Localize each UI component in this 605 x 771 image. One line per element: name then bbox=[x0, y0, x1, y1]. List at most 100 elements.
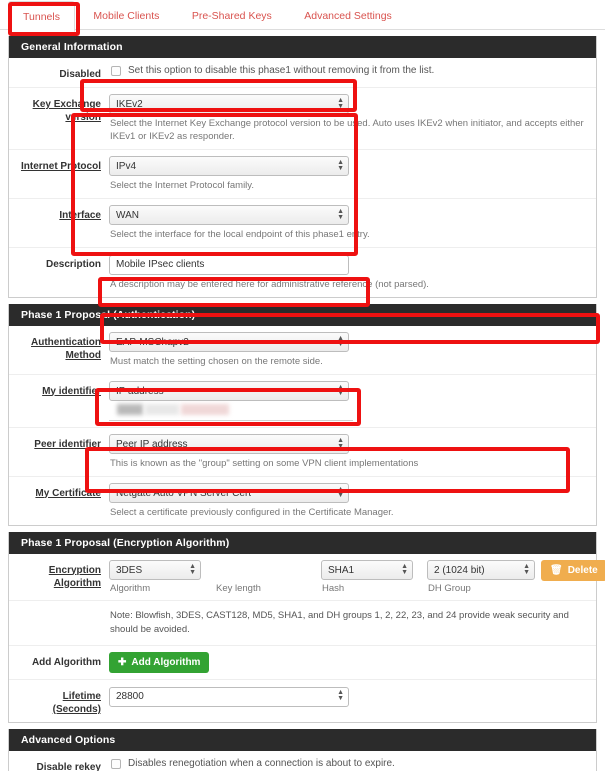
select-wrap-hash: SHA1 ▲ ▼ bbox=[321, 559, 413, 580]
caption-dh-group: DH Group bbox=[428, 582, 471, 594]
input-wrap-lifetime: ▲▼ bbox=[109, 686, 349, 707]
algo-column-key-length: Key length bbox=[215, 560, 321, 594]
note-weak-security: Note: Blowfish, 3DES, CAST128, MD5, SHA1… bbox=[110, 609, 569, 635]
label-add-algorithm: Add Algorithm bbox=[31, 656, 101, 668]
row-disabled: Disabled Set this option to disable this… bbox=[9, 58, 596, 88]
panel-body-general-information: Disabled Set this option to disable this… bbox=[9, 58, 596, 297]
row-peer-identifier: Peer identifier Peer IP address ▲ ▼ This … bbox=[9, 428, 596, 477]
select-wrap-my-identifier: IP address ▲ ▼ bbox=[109, 380, 349, 401]
panel-phase1-encryption: Phase 1 Proposal (Encryption Algorithm) … bbox=[8, 531, 605, 723]
tab-mobile-clients[interactable]: Mobile Clients bbox=[79, 1, 173, 30]
panel-body-advanced-options: Disable rekey Disables renegotiation whe… bbox=[9, 751, 596, 771]
encryption-algorithm-grid: 3DES ▲ ▼ Algorithm Key length SHA1 ▲ ▼ H… bbox=[109, 559, 605, 594]
select-authentication-method[interactable]: EAP-MSChapv2 bbox=[109, 331, 349, 352]
checkbox-disabled[interactable] bbox=[111, 66, 121, 76]
panel-phase1-authentication: Phase 1 Proposal (Authentication) Authen… bbox=[8, 303, 597, 526]
select-wrap-dh-group: 2 (1024 bit) ▲ ▼ bbox=[427, 559, 535, 580]
row-lifetime: Lifetime (Seconds) ▲▼ bbox=[9, 680, 596, 722]
add-algorithm-button-label: Add Algorithm bbox=[131, 657, 201, 668]
label-interface: Interface bbox=[9, 205, 109, 222]
delete-button-label: Delete bbox=[567, 565, 598, 576]
label-encryption-algorithm: Encryption Algorithm bbox=[9, 560, 109, 590]
label-disabled: Disabled bbox=[59, 69, 101, 80]
panel-body-phase1-authentication: Authentication Method EAP-MSChapv2 ▲ ▼ Mu… bbox=[9, 325, 596, 525]
select-interface[interactable]: WAN bbox=[109, 205, 349, 225]
select-wrap-algorithm: 3DES ▲ ▼ bbox=[109, 559, 201, 580]
redaction-block bbox=[117, 403, 143, 415]
panel-title-phase1-authentication: Phase 1 Proposal (Authentication) bbox=[9, 303, 596, 326]
help-authentication-method: Must match the setting chosen on the rem… bbox=[110, 355, 323, 367]
select-key-exchange-version[interactable]: IKEv2 bbox=[109, 94, 349, 114]
label-encryption-line1: Encryption bbox=[48, 564, 101, 576]
select-wrap-key-exchange: IKEv2 ▲ ▼ bbox=[109, 94, 349, 114]
panel-title-general-information: General Information bbox=[9, 36, 596, 58]
redaction-block bbox=[145, 403, 179, 415]
delete-algorithm-button[interactable]: 🗑 Delete bbox=[541, 560, 605, 581]
tab-pre-shared-keys[interactable]: Pre-Shared Keys bbox=[178, 1, 286, 30]
select-wrap-authentication-method: EAP-MSChapv2 ▲ ▼ bbox=[109, 331, 349, 352]
input-my-identifier-value-redacted[interactable] bbox=[109, 401, 353, 421]
select-wrap-peer-identifier: Peer IP address ▲ ▼ bbox=[109, 433, 349, 454]
ipsec-phase1-page: Tunnels Mobile Clients Pre-Shared Keys A… bbox=[0, 0, 605, 771]
input-description[interactable] bbox=[109, 254, 349, 275]
panel-general-information: General Information Disabled Set this op… bbox=[8, 36, 597, 298]
select-wrap-interface: WAN ▲ ▼ bbox=[109, 205, 349, 225]
caption-hash: Hash bbox=[322, 582, 345, 594]
label-my-certificate-text: My Certificate bbox=[35, 487, 101, 499]
label-auth-method-line2: Method bbox=[65, 349, 101, 361]
help-internet-protocol: Select the Internet Protocol family. bbox=[110, 180, 254, 191]
checkbox-disable-rekey[interactable] bbox=[111, 759, 121, 769]
row-key-exchange-version: Key Exchange version IKEv2 ▲ ▼ Select the… bbox=[9, 88, 596, 150]
select-my-identifier-type[interactable]: IP address bbox=[109, 380, 349, 401]
select-dh-group[interactable]: 2 (1024 bit) bbox=[427, 559, 535, 580]
algo-column-hash: SHA1 ▲ ▼ Hash bbox=[321, 559, 427, 594]
select-peer-identifier-type[interactable]: Peer IP address bbox=[109, 433, 349, 454]
label-peer-identifier-text: Peer identifier bbox=[34, 438, 101, 450]
label-lifetime-text: Lifetime (Seconds) bbox=[52, 691, 101, 715]
add-algorithm-button[interactable]: ✚ Add Algorithm bbox=[109, 652, 210, 673]
panel-body-phase1-encryption: Encryption Algorithm 3DES ▲ ▼ Algorithm … bbox=[9, 553, 605, 722]
algo-column-dh-group: 2 (1024 bit) ▲ ▼ DH Group bbox=[427, 559, 541, 594]
row-encryption-algorithm: Encryption Algorithm 3DES ▲ ▼ Algorithm … bbox=[9, 554, 605, 601]
caption-key-length: Key length bbox=[216, 582, 261, 594]
redaction-block bbox=[181, 403, 229, 415]
checkbox-label-disabled: Set this option to disable this phase1 w… bbox=[128, 65, 435, 76]
panel-title-advanced-options: Advanced Options bbox=[9, 729, 596, 751]
plus-icon: ✚ bbox=[118, 656, 127, 668]
tab-tunnels[interactable]: Tunnels bbox=[8, 1, 75, 32]
select-my-certificate[interactable]: Netgate Auto VPN Server Cert bbox=[109, 482, 349, 503]
row-description: Description A description may be entered… bbox=[9, 248, 596, 297]
help-my-certificate: Select a certificate previously configur… bbox=[110, 506, 394, 518]
label-internet-protocol-text: Internet Protocol bbox=[20, 161, 101, 172]
label-key-exchange-line2: version bbox=[65, 112, 101, 123]
trash-icon: 🗑 bbox=[550, 564, 563, 576]
tab-advanced-settings[interactable]: Advanced Settings bbox=[290, 1, 406, 30]
label-key-exchange-line1: Key Exchange bbox=[32, 99, 101, 110]
checkbox-label-disable-rekey: Disables renegotiation when a connection… bbox=[128, 758, 395, 769]
select-algorithm[interactable]: 3DES bbox=[109, 559, 201, 580]
select-key-length-empty[interactable] bbox=[215, 560, 321, 580]
panel-advanced-options: Advanced Options Disable rekey Disables … bbox=[8, 729, 597, 771]
select-wrap-internet-protocol: IPv4 ▲ ▼ bbox=[109, 156, 349, 176]
help-description: A description may be entered here for ad… bbox=[110, 278, 429, 290]
label-internet-protocol: Internet Protocol bbox=[9, 156, 109, 173]
row-encryption-note: Note: Blowfish, 3DES, CAST128, MD5, SHA1… bbox=[9, 601, 596, 646]
label-disable-rekey: Disable rekey bbox=[36, 762, 102, 771]
help-interface: Select the interface for the local endpo… bbox=[110, 229, 370, 240]
panel-title-phase1-encryption: Phase 1 Proposal (Encryption Algorithm) bbox=[9, 531, 596, 554]
select-hash[interactable]: SHA1 bbox=[321, 559, 413, 580]
algo-column-delete: 🗑 Delete bbox=[541, 560, 605, 581]
input-lifetime-seconds[interactable] bbox=[109, 686, 349, 707]
row-my-identifier: My identifier IP address ▲ ▼ bbox=[9, 375, 596, 428]
label-my-identifier-text: My identifier bbox=[42, 385, 101, 397]
row-my-certificate: My Certificate Netgate Auto VPN Server C… bbox=[9, 477, 596, 525]
label-description: Description bbox=[45, 259, 101, 270]
label-authentication-method: Authentication Method bbox=[9, 332, 109, 362]
row-internet-protocol: Internet Protocol IPv4 ▲ ▼ Select the Int… bbox=[9, 150, 596, 199]
select-internet-protocol[interactable]: IPv4 bbox=[109, 156, 349, 176]
label-lifetime: Lifetime (Seconds) bbox=[9, 686, 109, 716]
caption-algorithm: Algorithm bbox=[110, 582, 151, 594]
label-auth-method-line1: Authentication bbox=[31, 336, 101, 348]
select-wrap-my-certificate: Netgate Auto VPN Server Cert ▲ ▼ bbox=[109, 482, 349, 503]
label-encryption-note-spacer bbox=[9, 607, 109, 611]
